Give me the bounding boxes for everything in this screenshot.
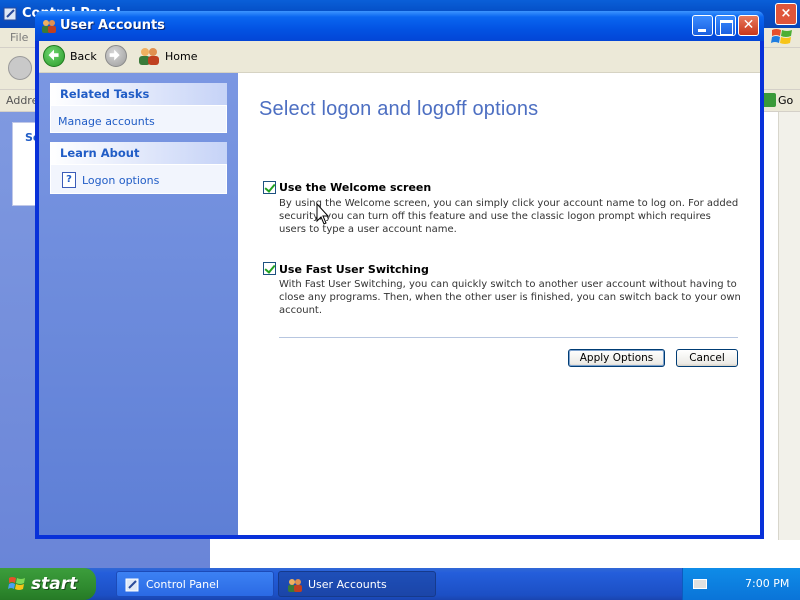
task-sidebar: Related Tasks Manage accounts Learn Abou…	[39, 73, 238, 535]
windows-flag-icon	[8, 577, 25, 590]
windows-logo-icon	[771, 29, 792, 44]
minimize-button[interactable]	[692, 15, 713, 36]
learn-about-header: Learn About	[50, 142, 227, 164]
user-accounts-icon	[288, 579, 302, 592]
related-tasks-header: Related Tasks	[50, 83, 227, 105]
control-panel-back-button[interactable]	[8, 56, 32, 80]
control-panel-icon	[125, 578, 139, 592]
cancel-button[interactable]: Cancel	[676, 349, 738, 367]
mouse-pointer-icon	[316, 203, 330, 225]
user-accounts-icon	[42, 20, 56, 33]
close-icon: ✕	[742, 17, 755, 33]
taskbar-item-control-panel[interactable]: Control Panel	[116, 571, 274, 597]
forward-button[interactable]	[105, 45, 127, 67]
navigation-toolbar: Back Home	[39, 41, 760, 73]
home-button[interactable]: Home	[138, 45, 198, 69]
keyboard-icon[interactable]	[693, 579, 707, 589]
related-tasks-box: Related Tasks Manage accounts	[50, 83, 227, 133]
start-label: start	[31, 574, 78, 594]
control-panel-scrollbar[interactable]	[778, 112, 800, 540]
close-button[interactable]: ✕	[738, 15, 759, 36]
learn-about-box: Learn About ? Logon options	[50, 142, 227, 194]
welcome-screen-label[interactable]: Use the Welcome screen	[279, 181, 431, 194]
clock[interactable]: 7:00 PM	[745, 577, 789, 590]
home-label: Home	[165, 50, 198, 63]
maximize-button[interactable]	[715, 15, 736, 36]
main-content: Select logon and logoff options Use the …	[238, 73, 760, 535]
start-button[interactable]: start	[0, 568, 96, 600]
go-arrow-icon	[762, 93, 776, 107]
taskbar-item-user-accounts[interactable]: User Accounts	[278, 571, 436, 597]
help-icon: ?	[62, 172, 76, 188]
fast-user-switching-label[interactable]: Use Fast User Switching	[279, 263, 429, 276]
fast-user-switching-checkbox[interactable]	[263, 262, 276, 275]
content-divider	[279, 337, 738, 338]
system-tray: 7:00 PM	[682, 568, 800, 600]
user-accounts-client-area: Back Home Related Tasks Manage accounts	[39, 41, 760, 535]
go-button[interactable]: Go	[762, 93, 794, 109]
back-label: Back	[70, 50, 97, 63]
user-accounts-window: User Accounts ✕ Back Home Related Tasks …	[35, 11, 764, 539]
forward-arrow-icon	[109, 49, 120, 61]
welcome-screen-checkbox[interactable]	[263, 181, 276, 194]
back-button[interactable]: Back	[43, 45, 99, 69]
taskbar-item-label: User Accounts	[308, 578, 387, 591]
user-accounts-titlebar[interactable]: User Accounts ✕	[35, 11, 764, 41]
window-title: User Accounts	[60, 18, 165, 33]
taskbar: start Control Panel User Accounts 7:00 P…	[0, 568, 800, 600]
go-label: Go	[778, 94, 794, 107]
taskbar-item-label: Control Panel	[146, 578, 219, 591]
menu-file[interactable]: File	[10, 31, 28, 44]
logon-options-link[interactable]: Logon options	[82, 174, 159, 187]
page-title: Select logon and logoff options	[259, 98, 539, 120]
back-arrow-icon	[43, 45, 65, 67]
apply-options-button[interactable]: Apply Options	[568, 349, 665, 367]
home-users-icon	[139, 48, 159, 65]
welcome-screen-description: By using the Welcome screen, you can sim…	[279, 198, 739, 235]
manage-accounts-link[interactable]: Manage accounts	[58, 115, 155, 128]
fast-user-switching-description: With Fast User Switching, you can quickl…	[279, 279, 741, 316]
control-panel-close-button[interactable]: ×	[775, 3, 797, 25]
control-panel-icon	[3, 7, 17, 21]
